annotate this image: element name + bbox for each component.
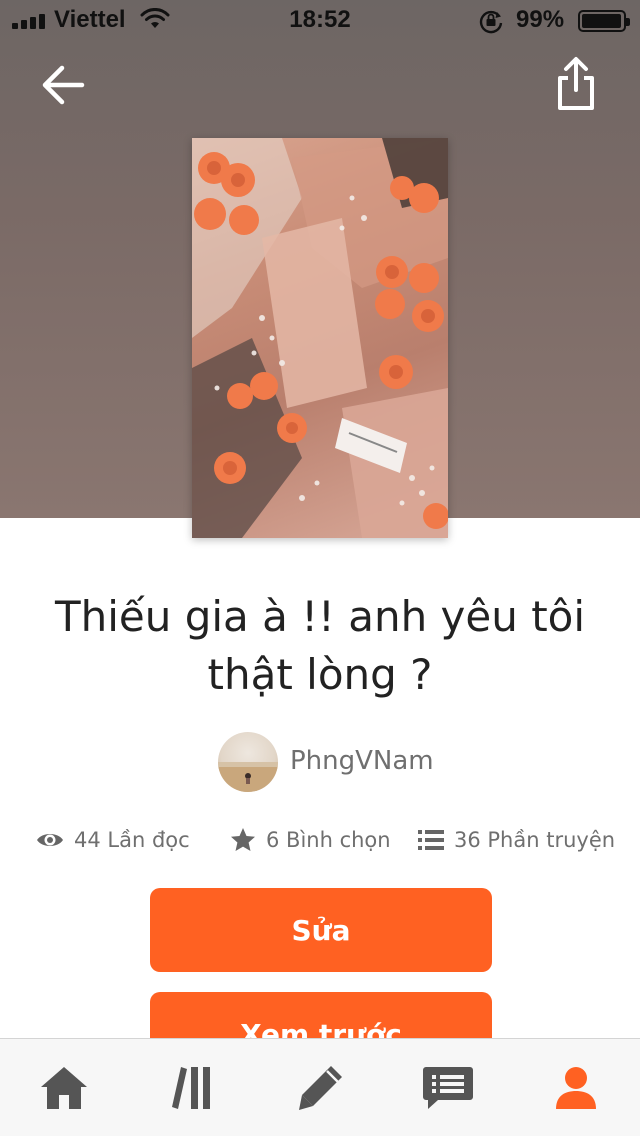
star-icon [231, 828, 255, 851]
tab-profile[interactable] [548, 1061, 604, 1115]
rotation-lock-icon [479, 10, 503, 34]
profile-icon [556, 1067, 596, 1109]
reads-count: 44 Lần đọc [74, 828, 190, 852]
reads-stat: 44 Lần đọc [36, 820, 190, 860]
votes-count: 6 Bình chọn [266, 828, 391, 852]
story-title-line-1: Thiếu gia à !! anh yêu tôi [54, 592, 586, 641]
library-icon [172, 1067, 210, 1109]
home-icon [41, 1067, 87, 1109]
arrow-left-icon[interactable] [38, 60, 88, 110]
story-title-line-2: thật lòng ? [207, 650, 433, 699]
battery-percent: 99% [516, 6, 565, 33]
list-icon [418, 830, 444, 850]
story-title: Thiếu gia à !! anh yêu tôi thật lòng ? [40, 588, 600, 704]
tab-library[interactable] [164, 1061, 220, 1115]
tab-bar [0, 1038, 640, 1136]
battery-icon [578, 10, 630, 32]
eye-icon [37, 834, 63, 846]
avatar[interactable] [218, 732, 278, 792]
edit-button[interactable]: Sửa [150, 888, 492, 972]
tab-messages[interactable] [420, 1061, 476, 1115]
status-bar: Viettel 18:52 99% [0, 0, 640, 40]
share-icon[interactable] [552, 56, 600, 112]
story-stats: 44 Lần đọc 6 Bình chọn 36 Phần truyện [0, 820, 640, 860]
tab-write[interactable] [292, 1061, 348, 1115]
messages-icon [423, 1067, 473, 1109]
tab-home[interactable] [36, 1061, 92, 1115]
votes-stat: 6 Bình chọn [230, 820, 391, 860]
story-cover-image[interactable] [192, 138, 448, 538]
pencil-icon [299, 1066, 342, 1110]
author-name[interactable]: PhngVNam [290, 746, 434, 776]
parts-stat: 36 Phần truyện [418, 820, 615, 860]
parts-count: 36 Phần truyện [454, 828, 616, 852]
cover-artwork [192, 138, 448, 538]
